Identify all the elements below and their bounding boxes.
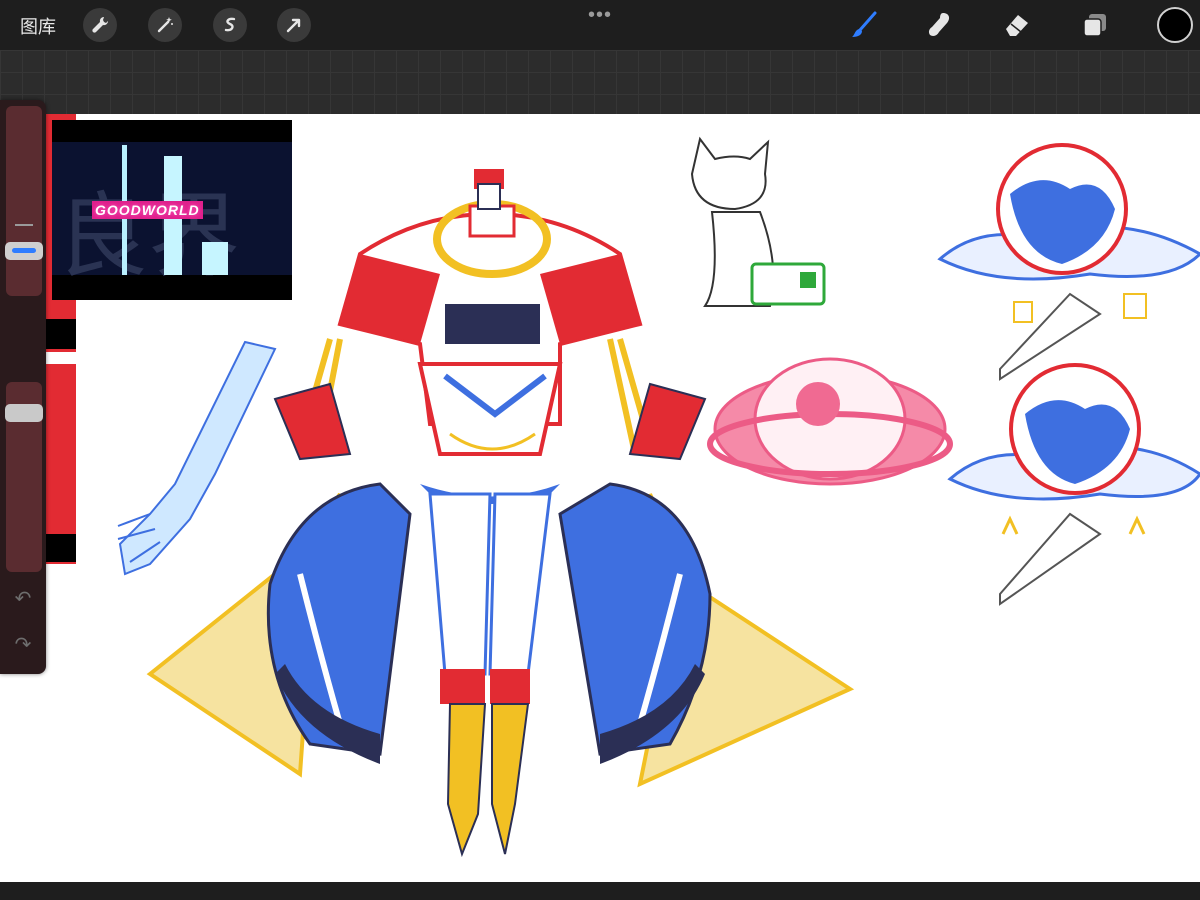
smudge-icon [928, 13, 950, 36]
selection-s-icon [224, 17, 236, 32]
undo-icon[interactable]: ↶ [10, 586, 36, 612]
reference-title: GOODWORLD [92, 201, 203, 219]
more-options-dots[interactable]: ••• [588, 4, 612, 27]
left-sidebar: ↶ ↷ [0, 100, 46, 674]
opacity-handle[interactable] [5, 404, 43, 422]
brush-size-slider[interactable] [6, 106, 42, 296]
size-marks [15, 224, 33, 244]
transform-arrow-icon [286, 18, 301, 33]
selection-button[interactable] [213, 8, 247, 42]
gallery-button[interactable]: 图库 [20, 13, 56, 39]
brush-icon [852, 11, 877, 37]
brush-size-handle[interactable] [5, 242, 43, 260]
actions-button[interactable] [83, 8, 117, 42]
globe-design-bottom [947, 363, 1200, 606]
bottom-bar [0, 882, 1200, 900]
globe-design-top [937, 143, 1200, 381]
procreate-app: 图库 ••• 良界 GOODWORLD ↶ ↷ [0, 0, 1200, 900]
wrench-icon [92, 16, 109, 33]
eraser-icon [1006, 15, 1028, 36]
color-picker-swatch[interactable] [1157, 7, 1193, 43]
cat-sketch [690, 136, 826, 307]
transform-button[interactable] [277, 8, 311, 42]
layers-icon [1083, 14, 1106, 37]
adjustments-button[interactable] [148, 8, 182, 42]
smudge-tool-button[interactable] [922, 7, 958, 43]
paint-tool-button[interactable] [846, 7, 882, 43]
ufo-sketch [707, 357, 953, 486]
arm-sketch [117, 340, 277, 576]
eraser-tool-button[interactable] [998, 7, 1034, 43]
layers-button[interactable] [1077, 7, 1113, 43]
top-toolbar: 图库 ••• [0, 0, 1200, 50]
redo-icon[interactable]: ↷ [10, 632, 36, 658]
magic-wand-icon [157, 17, 173, 33]
